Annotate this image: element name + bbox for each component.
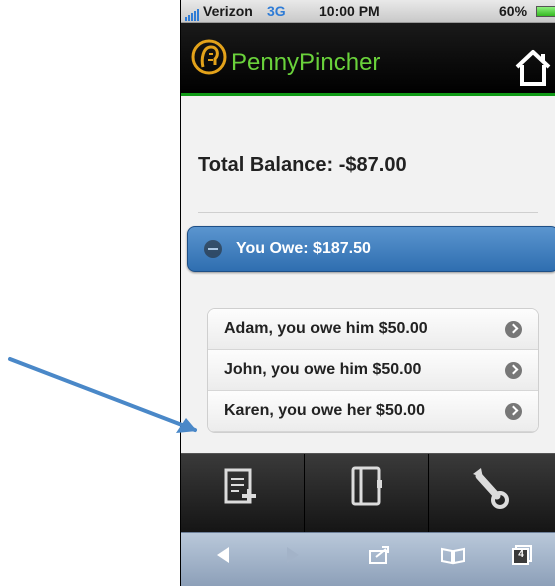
annotation-arrow bbox=[8, 357, 197, 433]
